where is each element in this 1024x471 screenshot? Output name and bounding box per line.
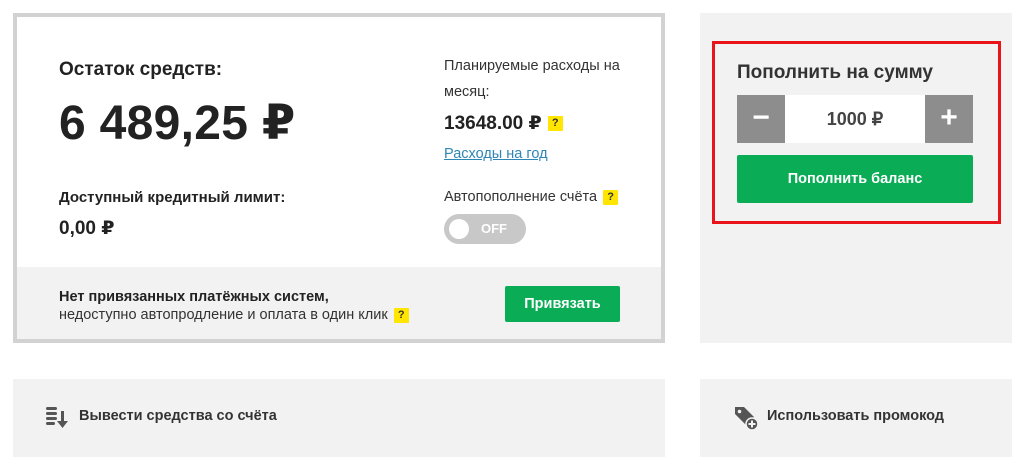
yearly-expenses-link[interactable]: Расходы на год xyxy=(444,146,548,162)
autorefill-label-text: Автопополнение счёта xyxy=(444,189,598,205)
topup-box: Пополнить на сумму − 1000 ₽ + Пополнить … xyxy=(712,41,1001,224)
increase-amount-button[interactable]: + xyxy=(925,95,973,143)
topup-title: Пополнить на сумму xyxy=(737,62,933,83)
credit-limit-value: 0,00 ₽ xyxy=(59,218,115,239)
topup-balance-button[interactable]: Пополнить баланс xyxy=(737,155,973,203)
autorefill-help-icon[interactable]: ? xyxy=(603,189,619,205)
balance-title: Остаток средств: xyxy=(59,59,223,80)
planned-expenses-value: 13648.00 ₽ ? xyxy=(444,112,563,135)
autorefill-label: Автопополнение счёта ? xyxy=(444,189,619,205)
payment-systems-subtitle-text: недоступно автопродление и оплата в один… xyxy=(59,307,388,323)
balance-card: Остаток средств: 6 489,25 ₽ Доступный кр… xyxy=(13,13,665,343)
planned-help-icon[interactable]: ? xyxy=(547,116,563,131)
bind-payment-button[interactable]: Привязать xyxy=(505,286,620,322)
planned-expenses-amount: 13648.00 ₽ xyxy=(444,113,542,134)
payment-systems-title: Нет привязанных платёжных систем, xyxy=(59,289,329,305)
topup-amount-input[interactable]: 1000 ₽ xyxy=(785,95,925,143)
balance-amount: 6 489,25 ₽ xyxy=(59,97,296,150)
toggle-state-text: OFF xyxy=(481,221,507,236)
topup-panel: Пополнить на сумму − 1000 ₽ + Пополнить … xyxy=(700,13,1012,343)
payment-systems-strip: Нет привязанных платёжных систем, недост… xyxy=(17,267,661,339)
decrease-amount-button[interactable]: − xyxy=(737,95,785,143)
planned-expenses-label: Планируемые расходы на месяц: xyxy=(444,58,620,100)
tag-plus-icon xyxy=(735,407,759,431)
coins-arrow-down-icon xyxy=(46,407,68,428)
payment-help-icon[interactable]: ? xyxy=(393,307,409,323)
toggle-knob xyxy=(449,219,469,239)
withdraw-funds-label: Вывести средства со счёта xyxy=(79,408,277,424)
use-promocode-label: Использовать промокод xyxy=(767,408,945,424)
amount-stepper: − 1000 ₽ + xyxy=(737,95,973,143)
autorefill-toggle[interactable]: OFF xyxy=(444,214,526,244)
payment-systems-subtitle: недоступно автопродление и оплата в один… xyxy=(59,307,409,323)
use-promocode-button[interactable]: Использовать промокод xyxy=(700,379,1012,457)
credit-limit-label: Доступный кредитный лимит: xyxy=(59,189,286,206)
withdraw-funds-button[interactable]: Вывести средства со счёта xyxy=(13,379,665,457)
